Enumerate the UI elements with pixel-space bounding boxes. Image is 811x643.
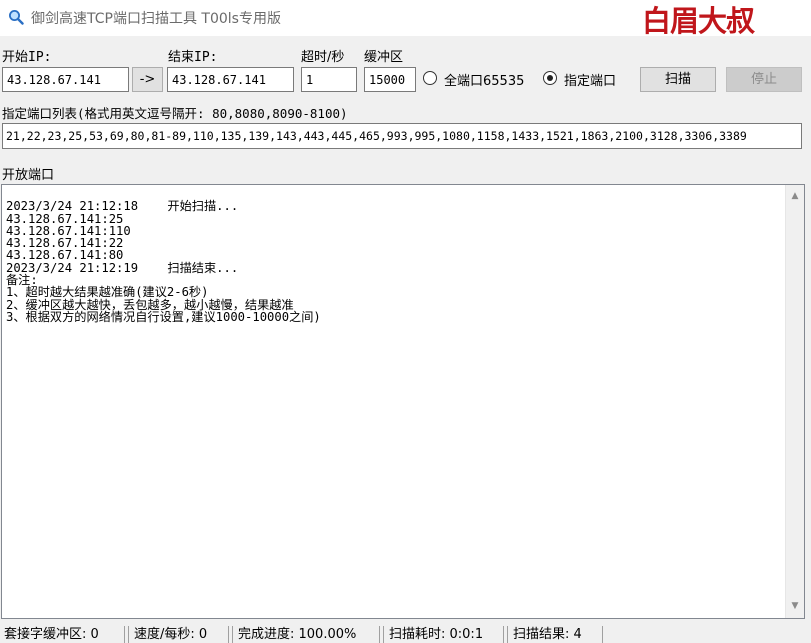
- port-list-input[interactable]: [2, 123, 802, 149]
- end-ip-input[interactable]: [167, 67, 294, 92]
- status-speed: 速度/每秒: 0: [128, 626, 229, 643]
- port-list-label: 指定端口列表(格式用英文逗号隔开: 80,8080,8090-8100): [2, 106, 348, 121]
- log-text: 2023/3/24 21:12:18 开始扫描... 43.128.67.141:…: [6, 188, 781, 348]
- window-title: 御剑高速TCP端口扫描工具 T00ls专用版: [31, 11, 281, 27]
- log-line: 2023/3/24 21:12:19 扫描结束...: [6, 260, 239, 275]
- timeout-input[interactable]: [301, 67, 357, 92]
- timeout-label: 超时/秒: [301, 50, 345, 65]
- all-ports-radio[interactable]: 全端口65535: [423, 71, 535, 89]
- status-bar: 套接字缓冲区: 0 速度/每秒: 0 完成进度: 100.00% 扫描耗时: 0…: [0, 626, 811, 643]
- log-scrollbar[interactable]: ▲ ▼: [785, 185, 804, 618]
- status-buffer: 套接字缓冲区: 0: [0, 626, 125, 643]
- start-ip-label: 开始IP:: [2, 50, 52, 65]
- scan-button[interactable]: 扫描: [640, 67, 716, 92]
- scroll-up-arrow-icon[interactable]: ▲: [790, 191, 800, 201]
- stop-button[interactable]: 停止: [726, 67, 802, 92]
- scroll-down-arrow-icon[interactable]: ▼: [790, 601, 800, 611]
- all-ports-label: 全端口65535: [444, 74, 525, 89]
- brand-logo: 白眉大叔: [642, 4, 755, 38]
- buffer-input[interactable]: [364, 67, 416, 92]
- log-line: 1、超时越大结果越准确(建议2-6秒): [6, 285, 209, 300]
- start-ip-input[interactable]: [2, 67, 129, 92]
- specified-ports-radio-circle[interactable]: [543, 71, 557, 85]
- log-line: 3、根据双方的网络情况自行设置,建议1000-10000之间): [6, 309, 321, 324]
- title-bar: 御剑高速TCP端口扫描工具 T00ls专用版 白眉大叔: [0, 0, 811, 38]
- copy-ip-button[interactable]: ->: [132, 67, 163, 92]
- log-line: 2023/3/24 21:12:18 开始扫描...: [6, 199, 239, 214]
- end-ip-label: 结束IP:: [168, 50, 218, 65]
- log-line: 43.128.67.141:80: [6, 248, 124, 263]
- specified-ports-label: 指定端口: [564, 74, 617, 89]
- status-elapsed: 扫描耗时: 0:0:1: [383, 626, 504, 643]
- open-ports-label: 开放端口: [2, 168, 55, 183]
- specified-ports-radio[interactable]: 指定端口: [543, 71, 633, 89]
- buffer-label: 缓冲区: [364, 50, 404, 65]
- magnifier-icon: [9, 10, 24, 25]
- status-results: 扫描结果: 4: [507, 626, 603, 643]
- open-ports-log[interactable]: 2023/3/24 21:12:18 开始扫描... 43.128.67.141:…: [1, 184, 805, 619]
- status-progress: 完成进度: 100.00%: [232, 626, 380, 643]
- all-ports-radio-circle[interactable]: [423, 71, 437, 85]
